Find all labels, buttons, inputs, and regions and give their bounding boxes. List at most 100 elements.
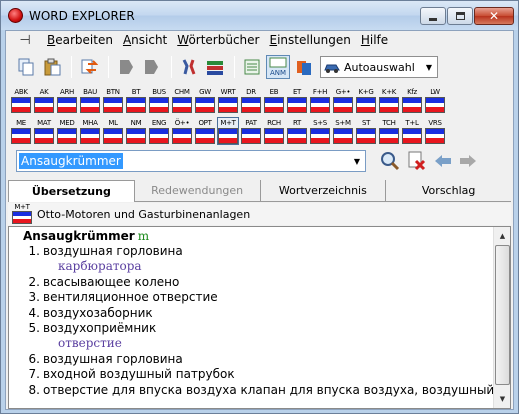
flag-icon xyxy=(333,128,353,144)
dictionary-code: F+H xyxy=(312,88,328,96)
translation-sense[interactable]: 2. всасывающее колено xyxy=(23,275,493,290)
flag-icon xyxy=(34,97,54,113)
list-view-button[interactable] xyxy=(240,55,264,79)
dictionary-code: LW xyxy=(430,88,440,96)
dictionary-button[interactable]: AK xyxy=(33,86,55,114)
dictionary-button[interactable]: ET xyxy=(286,86,308,114)
dictionary-button[interactable]: S+S xyxy=(309,117,331,145)
dictionary-button[interactable]: ST xyxy=(355,117,377,145)
dictionary-button[interactable]: ENG xyxy=(148,117,170,145)
menu-einstellungen[interactable]: Einstellungen xyxy=(264,31,355,50)
history-forward-button[interactable] xyxy=(456,149,480,173)
flag-icon xyxy=(402,97,422,113)
translation-result-pane[interactable]: Ansaugkrümmer m 1. воздушная горловина карб… xyxy=(8,226,511,409)
pin-icon[interactable]: ⊣ xyxy=(16,33,34,49)
maximize-button[interactable] xyxy=(447,7,473,25)
dictionary-button[interactable]: K+K xyxy=(378,86,400,114)
close-button[interactable]: ✕ xyxy=(474,7,514,25)
minimize-button[interactable] xyxy=(420,7,446,25)
dictionary-button[interactable]: NM xyxy=(125,117,147,145)
dictionary-code: ABK xyxy=(14,88,28,96)
dictionary-button[interactable]: T+L xyxy=(401,117,423,145)
search-button[interactable] xyxy=(378,149,402,173)
flag-icon xyxy=(149,97,169,113)
dictionary-button[interactable]: Ö+• xyxy=(171,117,193,145)
headword: Ansaugkrümmer m xyxy=(23,229,493,244)
dictionary-button[interactable]: MHA xyxy=(79,117,101,145)
swap-button[interactable] xyxy=(77,55,101,79)
tab-bar: Übersetzung Redewendungen Wortverzeichni… xyxy=(8,180,511,202)
tab-vorschlag[interactable]: Vorschlag xyxy=(386,180,511,201)
translation-sense[interactable]: 5. воздухоприёмник xyxy=(23,321,493,336)
maximize-icon xyxy=(455,12,465,20)
chevron-down-icon[interactable]: ▼ xyxy=(349,151,365,171)
dictionary-button[interactable]: ML xyxy=(102,117,124,145)
history-back-button[interactable] xyxy=(431,149,455,173)
dictionary-button[interactable]: BTN xyxy=(102,86,124,114)
books-button[interactable] xyxy=(203,55,227,79)
tab-redewendungen[interactable]: Redewendungen xyxy=(135,180,261,201)
headword-text: Ansaugkrümmer xyxy=(23,229,135,243)
dictionary-button[interactable]: CHM xyxy=(171,86,193,114)
dictionary-button[interactable]: GW xyxy=(194,86,216,114)
title-bar[interactable]: WORD EXPLORER ✕ xyxy=(1,1,518,30)
translation-sense[interactable]: 4. воздухозаборник xyxy=(23,306,493,321)
dictionary-button[interactable]: MED xyxy=(56,117,78,145)
dictionary-button[interactable]: MAT xyxy=(33,117,55,145)
dictionary-button[interactable]: BT xyxy=(125,86,147,114)
dictionary-button[interactable]: OPT xyxy=(194,117,216,145)
dictionary-button[interactable]: RCH xyxy=(263,117,285,145)
dictionary-button[interactable]: BUS xyxy=(148,86,170,114)
dictionary-button[interactable]: TCH xyxy=(378,117,400,145)
dictionary-code: PAT xyxy=(245,119,257,127)
dictionary-button[interactable]: ARH xyxy=(56,86,78,114)
copy-button[interactable] xyxy=(14,55,38,79)
dictionary-button[interactable]: BAU xyxy=(79,86,101,114)
translation-sense[interactable]: 8. отверстие для впуска воздуха клапан дл… xyxy=(23,383,495,398)
clear-search-button[interactable] xyxy=(405,149,429,173)
dictionary-code: M+T xyxy=(14,203,30,211)
dictionary-button[interactable]: EB xyxy=(263,86,285,114)
auto-select-dropdown[interactable]: Autoauswahl ▼ xyxy=(320,56,438,78)
anm-button[interactable]: ANM xyxy=(266,55,290,79)
dictionary-button[interactable]: F+H xyxy=(309,86,331,114)
menu-bearbeiten[interactable]: Bearbeiten xyxy=(42,31,118,50)
translation-sense[interactable]: 3. вентиляционное отверстие xyxy=(23,290,493,305)
menu-hilfe[interactable]: Hilfe xyxy=(356,31,393,50)
sense-number: 7. xyxy=(28,367,40,382)
translation-sense[interactable]: 7. входной воздушный патрубок xyxy=(23,367,493,382)
vertical-scrollbar[interactable]: ▲ ▼ xyxy=(493,227,510,408)
back-page-button[interactable] xyxy=(114,55,138,79)
dictionary-button[interactable]: WRT xyxy=(217,86,239,114)
dictionary-button[interactable]: LW xyxy=(424,86,446,114)
dictionary-button[interactable]: M+T xyxy=(217,117,239,145)
forward-page-button[interactable] xyxy=(140,55,164,79)
translation-sense[interactable]: 1. воздушная горловина xyxy=(23,244,493,259)
dictionary-button[interactable]: G+• xyxy=(332,86,354,114)
dictionary-button[interactable]: ABK xyxy=(10,86,32,114)
menu-ansicht[interactable]: Ansicht xyxy=(118,31,172,50)
tab-uebersetzung[interactable]: Übersetzung xyxy=(8,180,135,202)
dictionary-code: RCH xyxy=(267,119,281,127)
dictionary-button[interactable]: DR xyxy=(240,86,262,114)
anm-icon: ANM xyxy=(269,57,287,77)
tools-button[interactable] xyxy=(177,55,201,79)
dictionary-button[interactable]: S+M xyxy=(332,117,354,145)
flag-icon xyxy=(379,128,399,144)
search-input[interactable]: Ansaugkrümmer ▼ xyxy=(16,150,366,172)
dictionary-button[interactable]: Kfz xyxy=(401,86,423,114)
dictionary-button[interactable]: RT xyxy=(286,117,308,145)
dictionary-button[interactable]: VRS xyxy=(424,117,446,145)
tab-wortverzeichnis[interactable]: Wortverzeichnis xyxy=(261,180,387,201)
dictionary-switch-button[interactable] xyxy=(292,55,316,79)
translation-sense[interactable]: 6. воздушная горловина xyxy=(23,352,493,367)
dictionary-button[interactable]: PAT xyxy=(240,117,262,145)
scroll-down-icon[interactable]: ▼ xyxy=(495,391,510,407)
dictionary-button[interactable]: K+G xyxy=(355,86,377,114)
car-icon xyxy=(324,64,340,73)
dictionary-button[interactable]: ME xyxy=(10,117,32,145)
paste-button[interactable] xyxy=(40,55,64,79)
scrollbar-thumb[interactable] xyxy=(495,245,510,385)
scroll-up-icon[interactable]: ▲ xyxy=(495,228,510,244)
menu-woerterbuecher[interactable]: Wörterbücher xyxy=(172,31,264,50)
